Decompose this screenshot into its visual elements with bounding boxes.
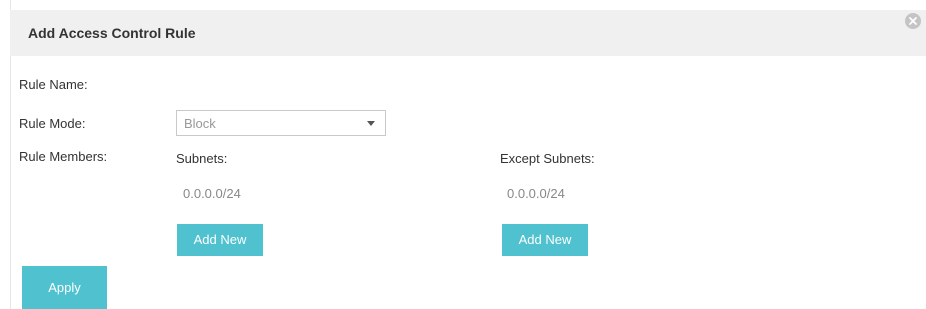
dialog-header: Add Access Control Rule [10, 10, 926, 56]
subnets-add-new-button[interactable]: Add New [177, 224, 263, 256]
close-icon[interactable] [905, 13, 921, 29]
except-subnets-add-new-button[interactable]: Add New [502, 224, 588, 256]
rule-mode-selected-value: Block [184, 116, 216, 131]
rule-name-label: Rule Name: [19, 77, 88, 92]
rule-mode-select[interactable]: Block [176, 110, 386, 136]
except-subnets-entry: 0.0.0.0/24 [507, 186, 565, 201]
add-access-control-rule-dialog: Add Access Control Rule Rule Name: Rule … [0, 0, 926, 309]
apply-button[interactable]: Apply [22, 266, 107, 309]
rule-mode-label: Rule Mode: [19, 116, 86, 131]
except-subnets-label: Except Subnets: [500, 151, 595, 166]
dialog-title: Add Access Control Rule [28, 25, 196, 41]
subnets-entry: 0.0.0.0/24 [183, 186, 241, 201]
chevron-down-icon [367, 121, 375, 126]
rule-members-label: Rule Members: [19, 149, 108, 164]
subnets-label: Subnets: [176, 151, 228, 166]
